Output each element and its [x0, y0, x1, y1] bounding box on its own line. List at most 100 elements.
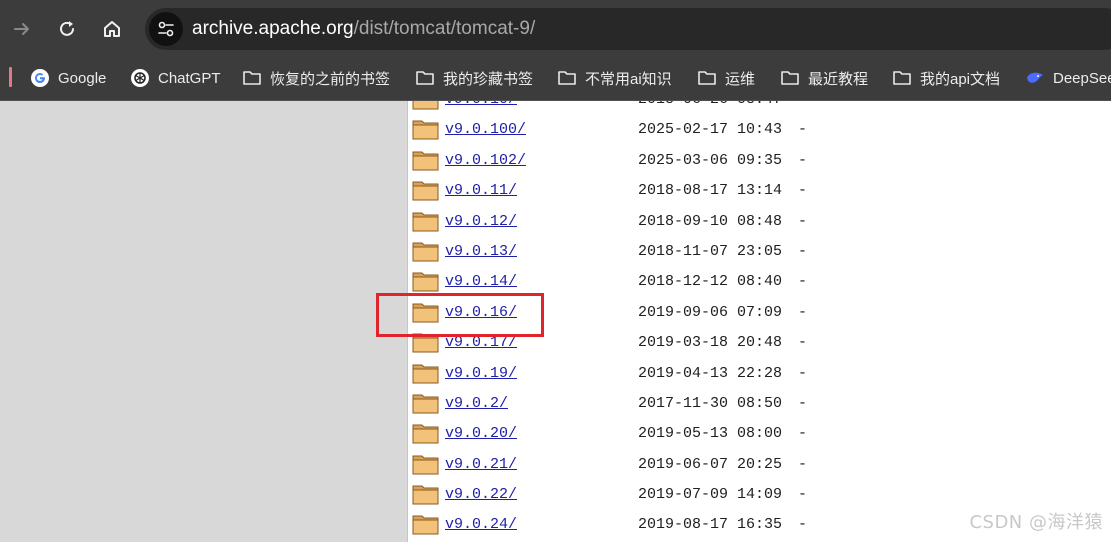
table-row: v9.0.20/2019-05-13 08:00-: [412, 419, 1111, 449]
directory-link[interactable]: v9.0.22/: [445, 486, 517, 503]
bookmark-label: 我的api文档: [920, 70, 1001, 88]
size: -: [798, 486, 808, 504]
folder-icon: [557, 68, 577, 88]
directory-link[interactable]: v9.0.19/: [445, 365, 517, 382]
directory-link[interactable]: v9.0.20/: [445, 425, 517, 442]
folder-icon: [412, 482, 440, 506]
bookmark-folder-api-docs[interactable]: 我的api文档: [892, 65, 1000, 91]
folder-icon: [412, 239, 440, 263]
size: -: [798, 151, 808, 169]
bookmark-label: 运维: [725, 70, 756, 88]
highlight-annotation: [376, 293, 544, 337]
directory-link[interactable]: v9.0.10/: [445, 101, 517, 108]
table-row: v9.0.21/2019-06-07 20:25-: [412, 450, 1111, 480]
url-text[interactable]: archive.apache.org/dist/tomcat/tomcat-9/: [192, 17, 535, 41]
folder-icon: [412, 391, 440, 415]
bookmark-folder-ops[interactable]: 运维: [697, 65, 755, 91]
site-info-button[interactable]: [149, 12, 183, 46]
size: -: [798, 121, 808, 139]
size: -: [798, 273, 808, 291]
page-viewport: v9.0.10/2018-06-26 08:47-v9.0.100/2025-0…: [0, 101, 1111, 542]
size: -: [798, 516, 808, 534]
home-icon: [104, 21, 120, 37]
bookmarks-divider: [9, 67, 12, 87]
google-icon: [30, 68, 50, 88]
size: -: [798, 242, 808, 260]
bookmark-folder-tutorials[interactable]: 最近教程: [780, 65, 868, 91]
table-row: v9.0.100/2025-02-17 10:43-: [412, 115, 1111, 145]
bookmark-folder-favorites[interactable]: 我的珍藏书签: [415, 65, 533, 91]
folder-icon: [697, 68, 717, 88]
size: -: [798, 364, 808, 382]
chatgpt-icon: [130, 68, 150, 88]
directory-link[interactable]: v9.0.2/: [445, 395, 508, 412]
watermark: CSDN @海洋猿: [969, 512, 1103, 533]
last-modified: 2019-05-13 08:00: [638, 425, 783, 443]
directory-link[interactable]: v9.0.13/: [445, 243, 517, 260]
bookmark-google[interactable]: Google: [30, 65, 106, 91]
last-modified: 2018-11-07 23:05: [638, 242, 783, 260]
last-modified: 2018-08-17 13:14: [638, 182, 783, 200]
bookmark-label: 恢复的之前的书签: [270, 70, 391, 88]
bookmark-deepseek[interactable]: DeepSeek: [1025, 65, 1111, 91]
bookmark-chatgpt[interactable]: ChatGPT: [130, 65, 221, 91]
last-modified: 2019-06-07 20:25: [638, 455, 783, 473]
size: -: [798, 101, 807, 108]
size: -: [798, 182, 808, 200]
bookmark-label: ChatGPT: [158, 69, 221, 87]
last-modified: 2018-12-12 08:40: [638, 273, 783, 291]
bookmarks-bar: Google ChatGPT 恢复的之前的书签 我的珍藏书签 不常用ai知识 运…: [0, 58, 1111, 101]
size: -: [798, 334, 808, 352]
table-row: v9.0.12/2018-09-10 08:48-: [412, 207, 1111, 237]
size: -: [798, 303, 808, 321]
left-gutter: [0, 101, 408, 542]
last-modified: 2019-09-06 07:09: [638, 303, 783, 321]
table-row: v9.0.10/2018-06-26 08:47 -: [412, 101, 1111, 115]
folder-icon: [412, 269, 440, 293]
directory-link[interactable]: v9.0.24/: [445, 516, 517, 533]
table-row: v9.0.22/2019-07-09 14:09-: [412, 480, 1111, 510]
folder-icon: [242, 68, 262, 88]
bookmark-folder-ai[interactable]: 不常用ai知识: [557, 65, 672, 91]
last-modified: 2017-11-30 08:50: [638, 394, 783, 412]
size: -: [798, 455, 808, 473]
deepseek-icon: [1025, 68, 1045, 88]
folder-icon: [412, 452, 440, 476]
folder-icon: [412, 361, 440, 385]
directory-link[interactable]: v9.0.11/: [445, 182, 517, 199]
address-bar[interactable]: archive.apache.org/dist/tomcat/tomcat-9/: [145, 8, 1111, 50]
reload-button[interactable]: [50, 12, 84, 46]
table-row: v9.0.102/2025-03-06 09:35-: [412, 146, 1111, 176]
size: -: [798, 394, 808, 412]
folder-icon: [412, 209, 440, 233]
last-modified: 2019-04-13 22:28: [638, 364, 783, 382]
size: -: [798, 212, 808, 230]
folder-icon: [412, 421, 440, 445]
directory-link[interactable]: v9.0.12/: [445, 213, 517, 230]
tune-icon: [158, 21, 174, 37]
last-modified: 2019-03-18 20:48: [638, 334, 783, 352]
directory-link[interactable]: v9.0.102/: [445, 152, 526, 169]
folder-icon: [412, 178, 440, 202]
last-modified: 2025-03-06 09:35: [638, 151, 783, 169]
table-row: v9.0.11/2018-08-17 13:14-: [412, 176, 1111, 206]
directory-link[interactable]: v9.0.14/: [445, 273, 517, 290]
table-row: v9.0.19/2019-04-13 22:28-: [412, 359, 1111, 389]
bookmark-label: 最近教程: [808, 70, 869, 88]
table-row: v9.0.13/2018-11-07 23:05-: [412, 237, 1111, 267]
home-button[interactable]: [95, 12, 129, 46]
bookmark-label: Google: [58, 69, 107, 87]
folder-icon: [892, 68, 912, 88]
folder-icon: [780, 68, 800, 88]
folder-icon: [412, 101, 440, 111]
last-modified: 2019-07-09 14:09: [638, 486, 783, 504]
bookmark-folder-restored[interactable]: 恢复的之前的书签: [242, 65, 390, 91]
directory-link[interactable]: v9.0.21/: [445, 456, 517, 473]
size: -: [798, 425, 808, 443]
reload-icon: [60, 21, 74, 36]
browser-toolbar: archive.apache.org/dist/tomcat/tomcat-9/: [0, 0, 1111, 58]
folder-icon: [415, 68, 435, 88]
url-host: archive.apache.org: [192, 18, 354, 39]
directory-link[interactable]: v9.0.100/: [445, 121, 526, 138]
forward-button[interactable]: [5, 12, 39, 46]
